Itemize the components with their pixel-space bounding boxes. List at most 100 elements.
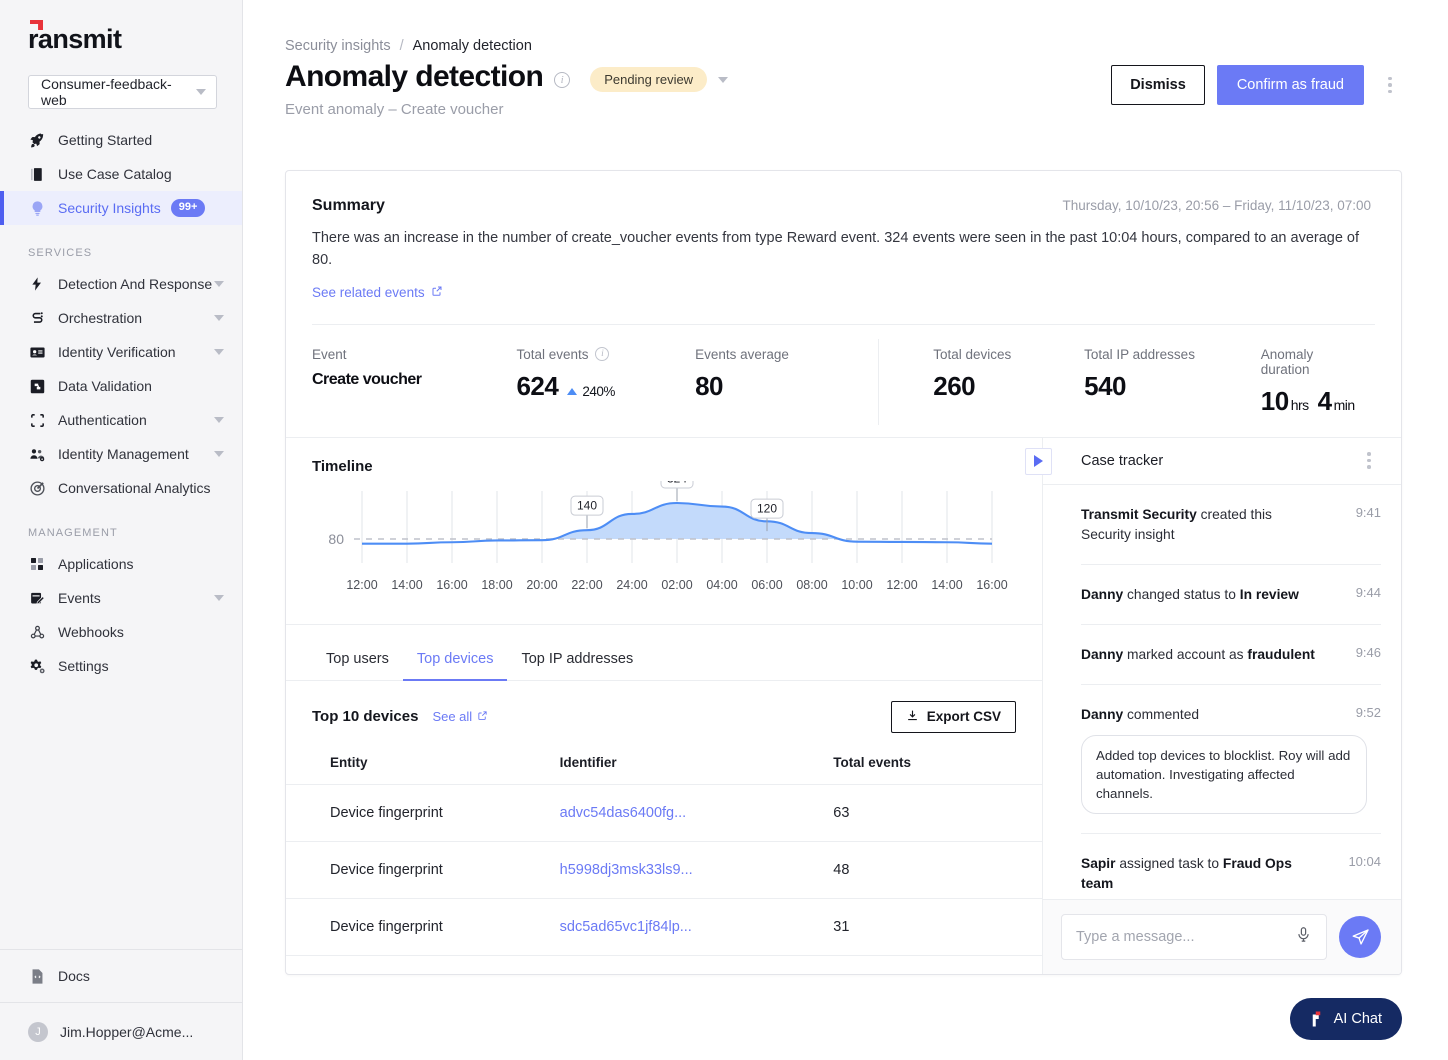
sidebar-item-label: Settings <box>58 658 109 674</box>
more-options-icon[interactable] <box>1378 76 1402 94</box>
breadcrumb: Security insights / Anomaly detection <box>243 0 1448 54</box>
table-header-row: Top 10 devices See all Export CSV <box>286 681 1042 733</box>
list-item: Sapir assigned task to Fraud Ops team 10… <box>1081 834 1381 899</box>
table-row: Device fingerprint sdc5ad65vc1jf84lp... … <box>286 898 1042 956</box>
svg-text:12:00: 12:00 <box>886 578 917 592</box>
metric-event: Event Create voucher <box>312 347 516 389</box>
breadcrumb-separator: / <box>399 38 404 54</box>
svg-text:20:00: 20:00 <box>526 578 557 592</box>
metric-delta: 240% <box>567 384 615 399</box>
sidebar-item-use-case-catalog[interactable]: Use Case Catalog <box>0 157 242 191</box>
sidebar-item-label: Detection And Response <box>58 276 213 292</box>
event-time: 10:04 <box>1348 854 1381 870</box>
metric-unit-minutes: min <box>1333 396 1356 413</box>
cell-total-events: 31 <box>833 898 1042 956</box>
sidebar-item-label: Docs <box>58 968 90 984</box>
bolt-icon <box>28 275 46 293</box>
sidebar-item-label: Use Case Catalog <box>58 166 172 182</box>
list-item: Danny commented 9:52 Added top devices t… <box>1081 685 1381 835</box>
timeline-chart: 80 140 324 120 12:00 14:00 16:00 18:00 20:00 22:0… <box>312 468 1016 621</box>
sidebar-item-applications[interactable]: Applications <box>0 547 242 581</box>
event-target: fraudulent <box>1247 646 1315 662</box>
id-card-icon <box>28 343 46 361</box>
list-item: Danny changed status to In review 9:44 <box>1081 565 1381 625</box>
tab-top-devices[interactable]: Top devices <box>402 639 508 681</box>
sidebar-item-identity-management[interactable]: Identity Management <box>0 437 242 471</box>
sidebar-item-identity-verification[interactable]: Identity Verification <box>0 335 242 369</box>
sidebar-item-getting-started[interactable]: Getting Started <box>0 123 242 157</box>
table-body: Device fingerprint advc54das6400fg... 63… <box>286 784 1042 956</box>
info-icon[interactable]: i <box>595 347 610 361</box>
sidebar-item-orchestration[interactable]: Orchestration <box>0 301 242 335</box>
lower-split: Timeline 80 140 324 120 12:00 14:00 16:00 18:00… <box>286 436 1401 975</box>
user-account[interactable]: J Jim.Hopper@Acme... <box>0 1002 242 1060</box>
confirm-as-fraud-button[interactable]: Confirm as fraud <box>1216 65 1364 105</box>
tab-top-ip-addresses[interactable]: Top IP addresses <box>507 639 647 681</box>
see-related-events-label: See related events <box>312 284 425 300</box>
chevron-down-icon[interactable] <box>214 595 224 601</box>
send-message-button[interactable] <box>1339 916 1381 958</box>
metric-label: Anomaly duration <box>1260 346 1314 377</box>
chevron-down-icon[interactable] <box>214 349 224 355</box>
message-input[interactable] <box>1076 929 1295 945</box>
sidebar-item-label: Authentication <box>58 412 147 428</box>
chevron-down-icon[interactable] <box>214 451 224 457</box>
cell-entity: Device fingerprint <box>286 784 560 842</box>
message-input-wrapper[interactable] <box>1061 914 1327 960</box>
sidebar-item-authentication[interactable]: Authentication <box>0 403 242 437</box>
sidebar-item-security-insights[interactable]: Security Insights 99+ <box>0 191 242 225</box>
status-badge: 99+ <box>170 199 206 217</box>
metric-label: Total events <box>516 346 589 362</box>
see-related-events-link[interactable]: See related events <box>312 285 443 300</box>
timeline-section: Timeline 80 140 324 120 12:00 14:00 16:00 18:00… <box>286 438 1042 625</box>
sidebar-item-events[interactable]: Events <box>0 581 242 615</box>
chevron-down-icon[interactable] <box>718 76 729 83</box>
sidebar-item-docs[interactable]: Docs <box>0 950 242 1002</box>
collapse-panel-button[interactable] <box>1025 447 1052 475</box>
svg-text:14:00: 14:00 <box>391 578 422 592</box>
sidebar-item-webhooks[interactable]: Webhooks <box>0 615 242 649</box>
info-icon[interactable]: i <box>554 72 571 88</box>
sidebar-item-label: Webhooks <box>58 624 124 640</box>
status-badge[interactable]: Pending review <box>590 66 708 92</box>
arrow-up-icon <box>567 387 578 395</box>
page-title: Anomaly detection <box>285 60 544 93</box>
svg-text:08:00: 08:00 <box>796 578 827 592</box>
microphone-icon[interactable] <box>1295 926 1312 948</box>
export-csv-button[interactable]: Export CSV <box>890 700 1016 733</box>
chevron-down-icon[interactable] <box>214 417 224 423</box>
sidebar: ransmit Consumer-feedback-web Getting St… <box>0 0 243 1060</box>
cell-identifier[interactable]: sdc5ad65vc1jf84lp... <box>559 898 834 956</box>
see-all-label: See all <box>432 709 473 724</box>
event-action: changed status to <box>1123 586 1240 602</box>
svg-text:324: 324 <box>667 481 687 486</box>
event-actor: Danny <box>1081 706 1124 722</box>
chevron-down-icon[interactable] <box>214 281 224 287</box>
users-gear-icon <box>28 445 46 463</box>
cell-identifier[interactable]: advc54das6400fg... <box>559 784 834 842</box>
ai-chat-button[interactable]: AI Chat <box>1289 998 1402 1040</box>
sidebar-item-detection-and-response[interactable]: Detection And Response <box>0 267 242 301</box>
metric-delta-value: 240% <box>582 383 615 399</box>
more-options-icon[interactable] <box>1357 452 1381 469</box>
sidebar-item-data-validation[interactable]: Data Validation <box>0 369 242 403</box>
export-csv-label: Export CSV <box>926 709 1001 724</box>
chevron-down-icon[interactable] <box>214 315 224 321</box>
management-nav: Applications Events Webhooks Settings <box>0 547 242 683</box>
breadcrumb-parent[interactable]: Security insights <box>285 38 391 54</box>
dismiss-button[interactable]: Dismiss <box>1111 65 1205 105</box>
left-column: Timeline 80 140 324 120 12:00 14:00 16:00 18:00… <box>286 438 1042 975</box>
summary-section: Summary Thursday, 10/10/23, 20:56 – Frid… <box>286 171 1401 302</box>
svg-text:24:00: 24:00 <box>616 578 647 592</box>
sidebar-item-settings[interactable]: Settings <box>0 649 242 683</box>
see-all-link[interactable]: See all <box>432 709 488 724</box>
cell-identifier[interactable]: h5998dj3msk33ls9... <box>559 841 834 899</box>
cell-entity: Device fingerprint <box>286 841 560 899</box>
tab-top-users[interactable]: Top users <box>312 639 403 681</box>
webhook-icon <box>28 623 46 641</box>
project-selector[interactable]: Consumer-feedback-web <box>28 75 217 109</box>
sidebar-item-conversational-analytics[interactable]: Conversational Analytics <box>0 471 242 505</box>
sidebar-item-label: Events <box>58 590 101 606</box>
event-actor: Sapir <box>1081 856 1116 872</box>
message-composer <box>1043 899 1401 974</box>
